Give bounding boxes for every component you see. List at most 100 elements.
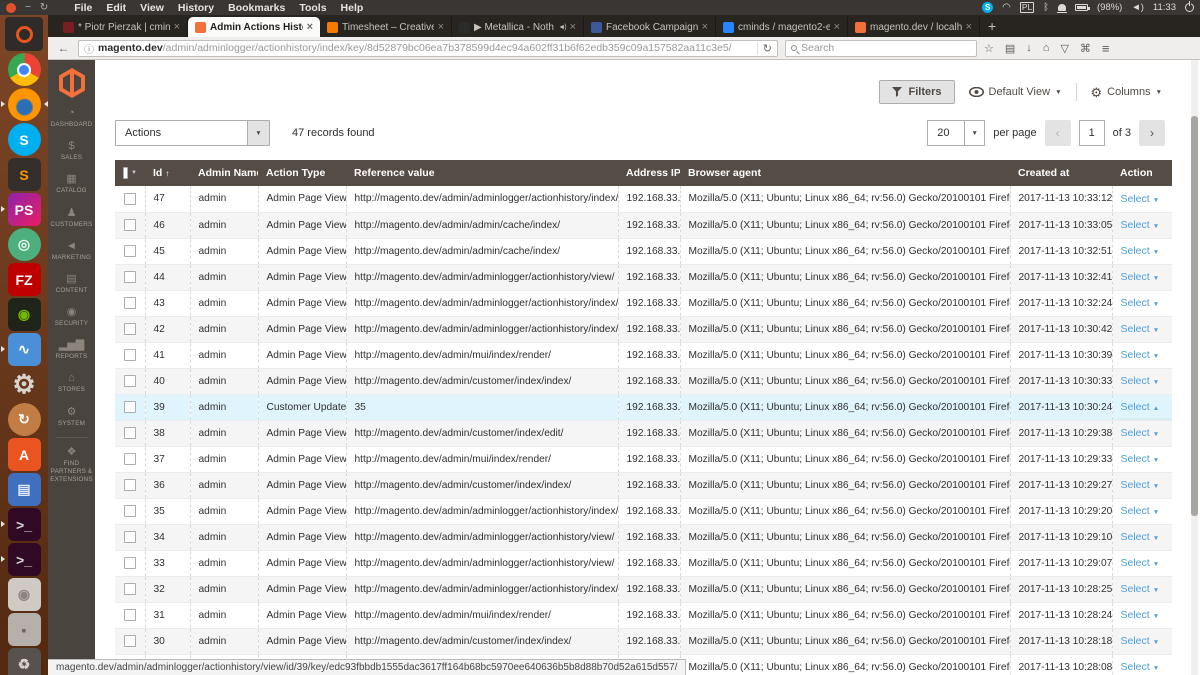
tab-close-icon[interactable]: × — [702, 21, 708, 33]
next-page-button[interactable]: › — [1139, 120, 1165, 146]
column-header-action-type[interactable]: Action Type — [258, 160, 346, 186]
row-checkbox[interactable] — [124, 557, 136, 569]
sidebar-item-sales[interactable]: $SALES — [48, 135, 95, 168]
column-header-browser-agent[interactable]: Browser agent — [680, 160, 1010, 186]
launcher-disk-utility-icon[interactable]: ▪ — [8, 613, 41, 646]
select-action-link[interactable]: Select — [1121, 193, 1150, 205]
home-icon[interactable]: ⌂ — [1043, 42, 1050, 54]
select-action-link[interactable]: Select — [1121, 635, 1150, 647]
select-action-link[interactable]: Select — [1121, 453, 1150, 465]
reload-icon[interactable]: ↻ — [757, 42, 772, 55]
clock[interactable]: 11:33 — [1153, 2, 1176, 13]
page-number-input[interactable]: 1 — [1079, 120, 1105, 146]
search-input[interactable]: Search — [785, 40, 977, 57]
launcher-file-archiver-icon[interactable]: ▤ — [8, 473, 41, 506]
row-checkbox[interactable] — [124, 479, 136, 491]
address-bar[interactable]: ⓘ magento.dev /admin/adminlogger/actionh… — [78, 40, 778, 57]
bluetooth-icon[interactable]: ᛒ — [1043, 2, 1049, 13]
power-icon[interactable] — [1185, 3, 1194, 12]
select-action-link[interactable]: Select — [1121, 505, 1150, 517]
menu-file[interactable]: File — [74, 2, 92, 14]
row-checkbox[interactable] — [124, 609, 136, 621]
magento-logo[interactable] — [59, 68, 85, 98]
tab-close-icon[interactable]: × — [966, 21, 972, 33]
row-checkbox[interactable] — [124, 427, 136, 439]
select-action-link[interactable]: Select — [1121, 375, 1150, 387]
sidebar-item-customers[interactable]: ♟CUSTOMERS — [48, 202, 95, 235]
sidebar-item-catalog[interactable]: ▦CATALOG — [48, 168, 95, 201]
page-scrollbar-track[interactable] — [1191, 60, 1198, 675]
menu-history[interactable]: History — [178, 2, 214, 14]
page-size-select[interactable]: 20 ▼ — [927, 120, 985, 146]
view-switcher[interactable]: Default View ▼ — [969, 86, 1062, 98]
tab-facebook[interactable]: Facebook Campaign M× — [584, 17, 716, 37]
select-action-link[interactable]: Select — [1121, 349, 1150, 361]
bookmark-star-icon[interactable]: ☆ — [984, 42, 994, 55]
column-header-admin-name[interactable]: Admin Name — [190, 160, 258, 186]
column-header-reference-value[interactable]: Reference value — [346, 160, 618, 186]
row-checkbox[interactable] — [124, 531, 136, 543]
tab-magento-local[interactable]: magento.dev / localho× — [848, 17, 980, 37]
previous-page-button[interactable]: ‹ — [1045, 120, 1071, 146]
row-checkbox[interactable] — [124, 245, 136, 257]
notifications-bell-icon[interactable] — [1058, 4, 1066, 11]
select-action-link[interactable]: Select — [1121, 245, 1150, 257]
mass-action-select[interactable]: Actions ▼ — [115, 120, 270, 146]
select-action-link[interactable]: Select — [1121, 323, 1150, 335]
tab-music-player[interactable]: ▶ Metallica - Nothin◄)× — [452, 17, 584, 37]
battery-icon[interactable] — [1075, 4, 1088, 11]
wifi-icon[interactable]: ◠ — [1002, 4, 1011, 12]
row-checkbox[interactable] — [124, 453, 136, 465]
row-checkbox[interactable] — [124, 193, 136, 205]
menu-view[interactable]: View — [140, 2, 164, 14]
shield-extension-icon[interactable]: ▽ — [1060, 42, 1068, 55]
new-tab-button[interactable]: + — [988, 18, 996, 34]
menu-help[interactable]: Help — [341, 2, 364, 14]
site-info-icon[interactable]: ⓘ — [84, 41, 94, 56]
select-action-link[interactable]: Select — [1121, 661, 1150, 673]
launcher-system-monitor-icon[interactable]: ∿ — [8, 333, 41, 366]
launcher-ubuntu-software-icon[interactable]: A — [8, 438, 41, 471]
launcher-terminal-2-icon[interactable]: >_ — [8, 543, 41, 576]
sidebar-item-dashboard[interactable]: ◔DASHBOARD — [48, 102, 95, 135]
select-action-link[interactable]: Select — [1121, 609, 1150, 621]
volume-icon[interactable]: ◄) — [1131, 2, 1144, 13]
window-close-button[interactable] — [6, 3, 16, 13]
column-header-created-at[interactable]: Created at — [1010, 160, 1112, 186]
row-checkbox[interactable] — [124, 401, 136, 413]
select-action-link[interactable]: Select — [1121, 219, 1150, 231]
sidebar-item-reports[interactable]: ▂▅▇REPORTS — [48, 334, 95, 367]
select-all-checkbox[interactable] — [123, 167, 128, 179]
menu-edit[interactable]: Edit — [106, 2, 126, 14]
launcher-sublime-text-icon[interactable]: S — [8, 158, 41, 191]
tab-bitbucket[interactable]: cminds / magento2-ex× — [716, 17, 848, 37]
launcher-skype-icon[interactable]: S — [8, 123, 41, 156]
row-checkbox[interactable] — [124, 349, 136, 361]
launcher-chrome-icon[interactable] — [8, 53, 41, 86]
tab-close-icon[interactable]: × — [307, 21, 313, 33]
bookmarks-sidebar-icon[interactable]: ▤ — [1005, 42, 1015, 55]
page-scrollbar-thumb[interactable] — [1191, 116, 1198, 516]
tab-close-icon[interactable]: × — [174, 21, 180, 33]
select-action-link[interactable]: Select — [1121, 479, 1150, 491]
columns-control[interactable]: ⚙ Columns ▼ — [1091, 86, 1163, 99]
launcher-firefox-icon[interactable] — [8, 88, 41, 121]
row-checkbox[interactable] — [124, 271, 136, 283]
filters-button[interactable]: Filters — [879, 80, 954, 104]
select-all-control[interactable]: ▼ — [123, 167, 137, 179]
sidebar-item-system[interactable]: ⚙SYSTEM — [48, 401, 95, 434]
launcher-trash-icon[interactable]: ♻ — [8, 648, 41, 675]
select-action-link[interactable]: Select — [1121, 583, 1150, 595]
launcher-ubuntu-launcher-icon[interactable] — [5, 17, 43, 51]
select-action-link[interactable]: Select — [1121, 531, 1150, 543]
row-checkbox[interactable] — [124, 219, 136, 231]
row-checkbox[interactable] — [124, 635, 136, 647]
sidebar-item-stores[interactable]: ⌂STORES — [48, 367, 95, 400]
launcher-backup-tool-icon[interactable]: ↻ — [8, 403, 41, 436]
launcher-nvidia-settings-icon[interactable]: ◉ — [8, 298, 41, 331]
sidebar-item-marketing[interactable]: ◄MARKETING — [48, 235, 95, 268]
column-header-action[interactable]: Action — [1112, 160, 1172, 186]
window-restore-button[interactable]: ↻ — [40, 3, 48, 13]
extension-icon[interactable]: ⌘ — [1080, 42, 1091, 55]
column-header-id[interactable]: Id↑ — [145, 160, 190, 186]
